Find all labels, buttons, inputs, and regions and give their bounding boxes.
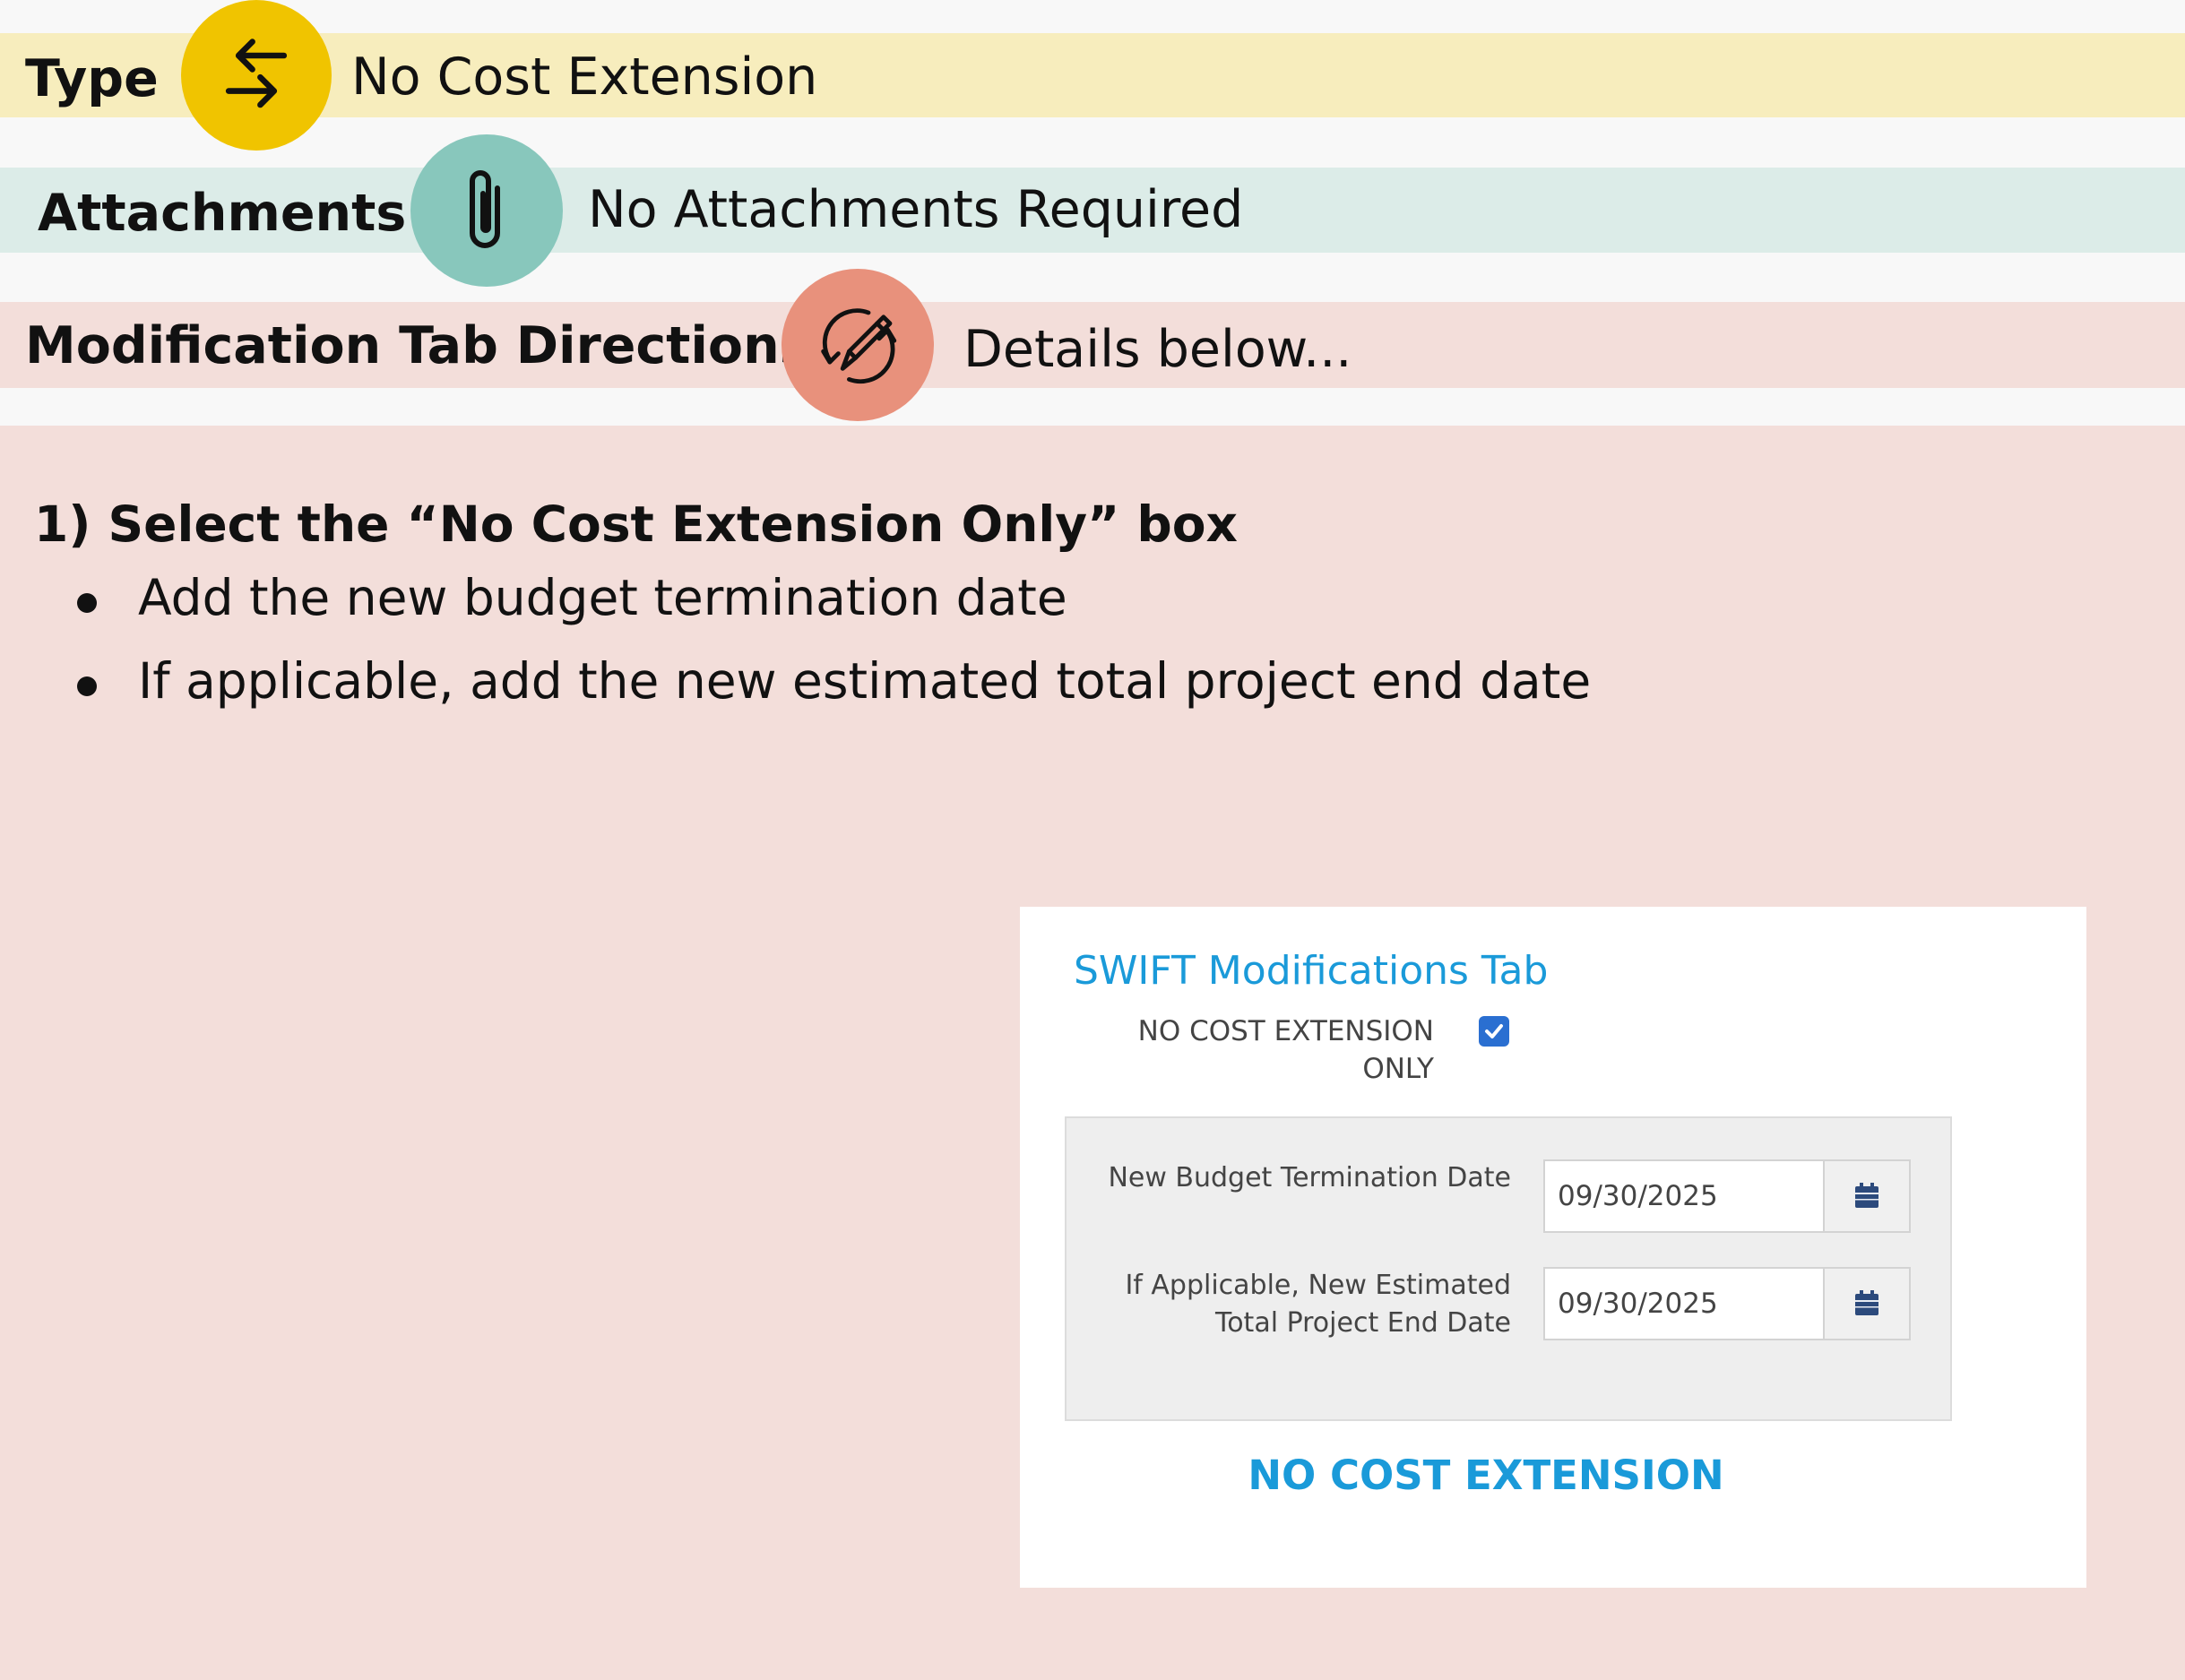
calendar-icon[interactable] (1823, 1267, 1911, 1340)
budget-termination-label: New Budget Termination Date (1108, 1162, 1511, 1193)
calendar-icon[interactable] (1823, 1159, 1911, 1233)
bullet-text: Add the new budget termination date (138, 569, 1067, 626)
nce-label-line2: ONLY (1362, 1053, 1434, 1085)
bullet-item: If applicable, add the new estimated tot… (72, 657, 1591, 706)
nce-label-line1: NO COST EXTENSION (1137, 1015, 1434, 1047)
pencil-refresh-icon (782, 269, 934, 421)
project-end-label-line1: If Applicable, New Estimated (1125, 1270, 1511, 1301)
checkmark-icon (1485, 1024, 1503, 1038)
no-cost-extension-checkbox[interactable] (1479, 1016, 1509, 1047)
attachments-value: No Attachments Required (588, 180, 1244, 239)
project-end-date-input[interactable]: 09/30/2025 (1543, 1267, 1825, 1340)
attachments-label: Attachments (38, 184, 407, 243)
bullet-text: If applicable, add the new estimated tot… (138, 652, 1592, 710)
swift-screenshot: SWIFT Modifications Tab NO COST EXTENSIO… (1020, 907, 2086, 1588)
modification-value: Details below... (963, 320, 1352, 379)
instruction-bullets: Add the new budget termination date If a… (72, 573, 1591, 740)
no-cost-extension-label: NO COST EXTENSION ONLY (1020, 1012, 1434, 1088)
bullet-item: Add the new budget termination date (72, 573, 1591, 623)
paperclip-icon (410, 134, 563, 287)
project-end-label: If Applicable, New Estimated Total Proje… (1125, 1267, 1511, 1342)
bullet-dot-icon (77, 593, 97, 613)
modification-label: Modification Tab Directions (25, 316, 810, 375)
budget-termination-date-input[interactable]: 09/30/2025 (1543, 1159, 1825, 1233)
bullet-dot-icon (77, 676, 97, 696)
step-1-title: 1) Select the “No Cost Extension Only” b… (34, 495, 1239, 553)
swift-footer: NO COST EXTENSION (1248, 1452, 1724, 1499)
type-label: Type (25, 49, 159, 108)
calendar-glyph-icon (1855, 1290, 1878, 1315)
project-end-label-line2: Total Project End Date (1214, 1307, 1511, 1339)
swift-title: SWIFT Modifications Tab (1074, 948, 1549, 994)
calendar-glyph-icon (1855, 1183, 1878, 1208)
type-value: No Cost Extension (351, 47, 818, 107)
arrows-exchange-icon (181, 0, 332, 151)
date-fields-box: New Budget Termination Date 09/30/2025 I… (1065, 1116, 1952, 1421)
